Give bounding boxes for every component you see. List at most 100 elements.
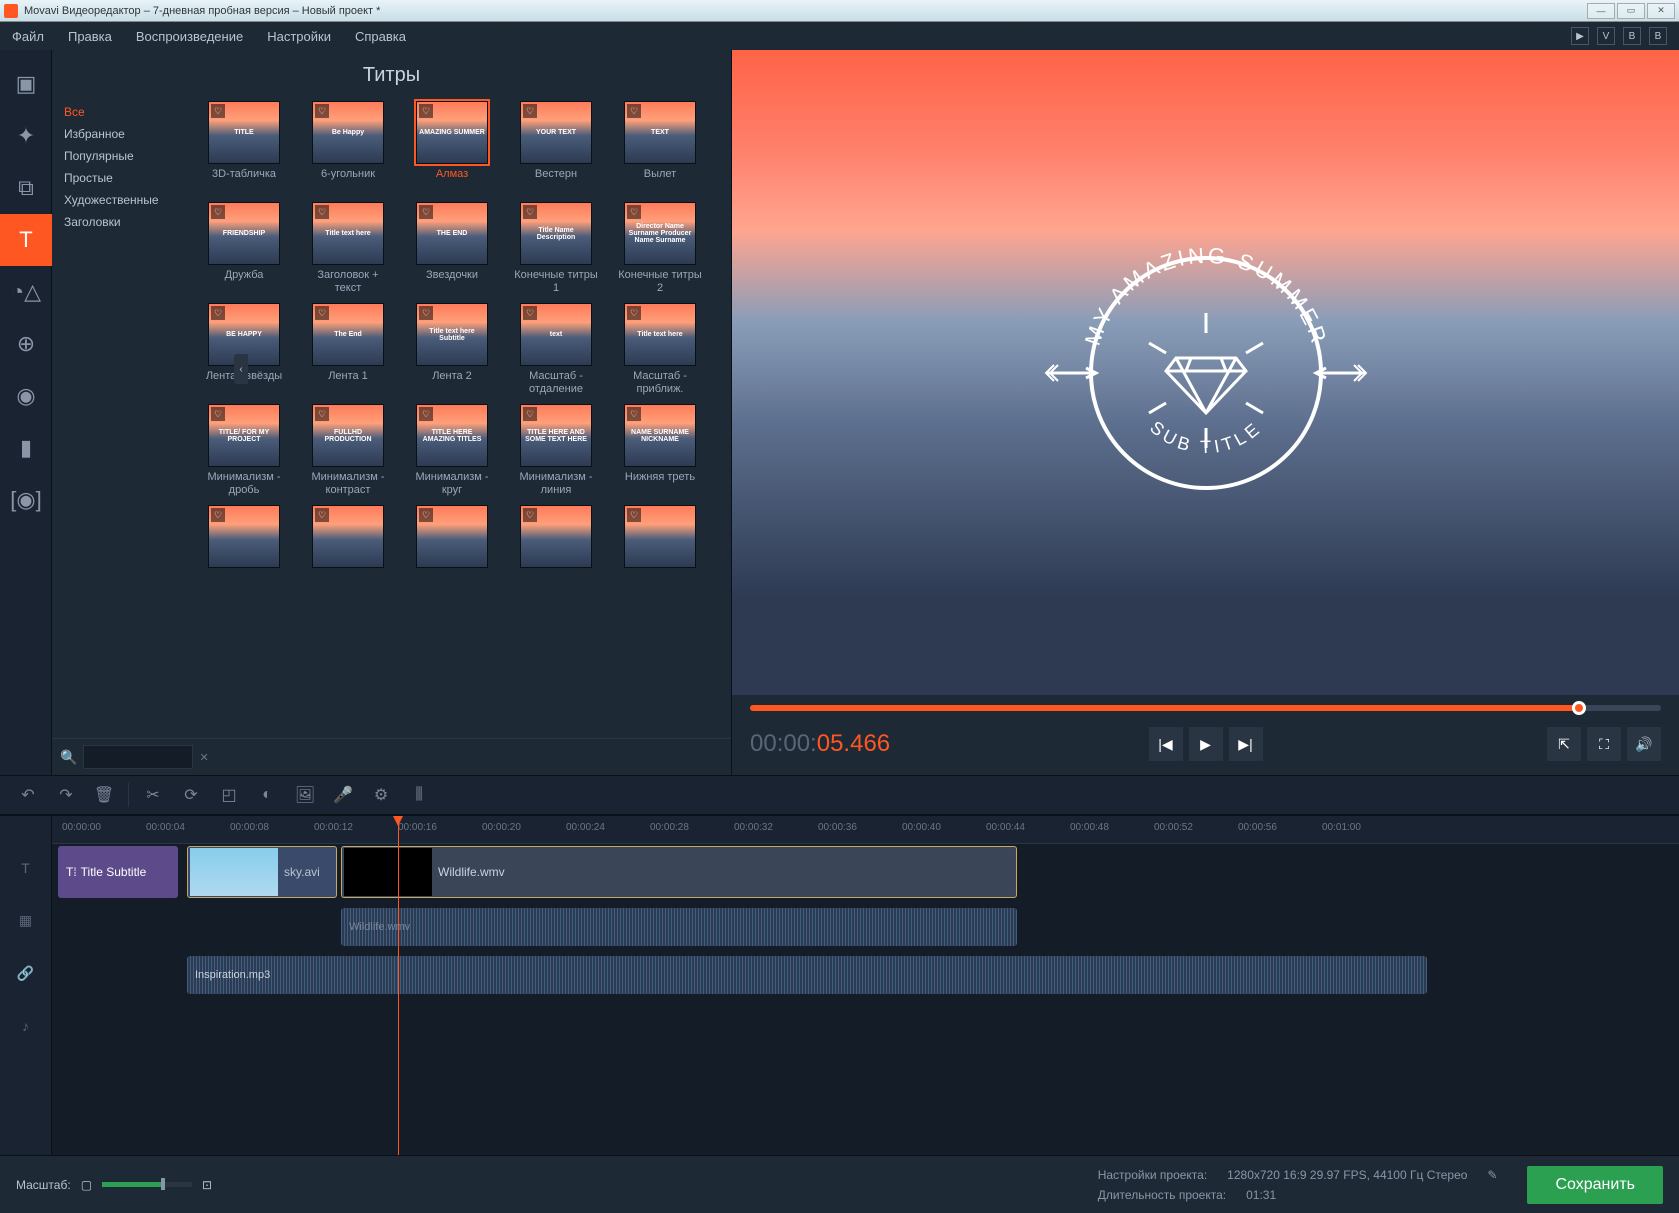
track-icon-link[interactable]: 🔗 [17, 965, 34, 982]
rotate-button[interactable]: ⟳ [173, 780, 209, 810]
category-all[interactable]: Все [64, 101, 192, 123]
delete-button[interactable]: 🗑 [86, 780, 122, 810]
thumbnail-label: Нижняя треть [625, 471, 695, 497]
video-clip-sky[interactable]: sky.avi [187, 846, 337, 898]
title-thumbnail[interactable]: ♡FULLHD PRODUCTIONМинимализм - контраст [304, 404, 392, 497]
left-toolbar: ▣ ✦ ⧉ T ◔△ ⊕ ◉ ▮ [◉] [0, 50, 52, 775]
track-icon-audio[interactable]: ♪ [22, 1018, 29, 1034]
category-artistic[interactable]: Художественные [64, 189, 192, 211]
maximize-button[interactable]: ▭ [1617, 3, 1645, 19]
menu-playback[interactable]: Воспроизведение [136, 29, 243, 44]
title-thumbnail[interactable]: ♡textМасштаб - отдаление [512, 303, 600, 396]
tool-media[interactable]: ▣ [0, 58, 52, 110]
duration-label: Длительность проекта: [1098, 1188, 1226, 1202]
tool-highlight[interactable]: ◉ [0, 370, 52, 422]
menu-file[interactable]: Файл [12, 29, 44, 44]
thumbnail-label: Алмаз [436, 168, 468, 194]
clip-properties-button[interactable]: ⚙ [363, 780, 399, 810]
title-thumbnail[interactable]: ♡YOUR TEXTВестерн [512, 101, 600, 194]
title-clip[interactable]: T⁞Title Subtitle [58, 846, 178, 898]
tool-stickers[interactable]: ◔△ [0, 266, 52, 318]
menu-help[interactable]: Справка [355, 29, 406, 44]
zoom-slider[interactable] [102, 1182, 192, 1187]
zoom-fit-icon[interactable]: ⊡ [202, 1178, 212, 1192]
menu-settings[interactable]: Настройки [267, 29, 331, 44]
linked-audio-clip[interactable]: Wildlife.wmv [341, 908, 1017, 946]
share-youtube-icon[interactable]: ▶ [1571, 27, 1589, 45]
tool-record[interactable]: [◉] [0, 474, 52, 526]
title-thumbnail[interactable]: ♡TEXTВылет [616, 101, 704, 194]
mic-button[interactable]: 🎤 [325, 780, 361, 810]
title-thumbnail[interactable]: ♡TITLE HERE AND SOME TEXT HEREМинимализм… [512, 404, 600, 497]
timeline-ruler[interactable]: 00:00:0000:00:0400:00:0800:00:1200:00:16… [52, 816, 1679, 844]
detach-preview-button[interactable]: ⇱ [1547, 727, 1581, 761]
tool-titles[interactable]: T [0, 214, 52, 266]
title-thumbnail[interactable]: ♡FRIENDSHIPДружба [200, 202, 288, 295]
collapse-handle[interactable]: ‹ [234, 354, 248, 384]
tool-transitions[interactable]: ⧉ [0, 162, 52, 214]
color-button[interactable]: ◐ [249, 780, 285, 810]
fullscreen-button[interactable]: ⛶ [1587, 727, 1621, 761]
redo-button[interactable]: ↷ [48, 780, 84, 810]
video-clip-wildlife[interactable]: Wildlife.wmv [341, 846, 1017, 898]
tool-zoom[interactable]: ⊕ [0, 318, 52, 370]
undo-button[interactable]: ↶ [10, 780, 46, 810]
music-clip[interactable]: Inspiration.mp3 [187, 956, 1427, 994]
category-headers[interactable]: Заголовки [64, 211, 192, 233]
search-input[interactable] [83, 745, 193, 769]
next-frame-button[interactable]: ▶| [1229, 727, 1263, 761]
menubar: Файл Правка Воспроизведение Настройки Сп… [0, 22, 1679, 50]
share-vk-icon[interactable]: B [1649, 27, 1667, 45]
title-thumbnail[interactable]: ♡Be Happy6-угольник [304, 101, 392, 194]
edit-settings-icon[interactable]: ✎ [1487, 1168, 1497, 1182]
category-simple[interactable]: Простые [64, 167, 192, 189]
title-thumbnail[interactable]: ♡TITLE HERE AMAZING TITLESМинимализм - к… [408, 404, 496, 497]
title-thumbnail[interactable]: ♡Title text hereМасштаб - приближ. [616, 303, 704, 396]
share-vimeo-icon[interactable]: V [1597, 27, 1615, 45]
thumbnail-label: Конечные титры 2 [616, 269, 704, 295]
track-icon-title[interactable]: T [21, 860, 30, 876]
preview-scrubber[interactable] [750, 705, 1661, 711]
tool-filters[interactable]: ✦ [0, 110, 52, 162]
track-icon-video[interactable]: ▦ [19, 912, 32, 929]
play-button[interactable]: ▶ [1189, 727, 1223, 761]
title-thumbnail[interactable]: ♡TITLE3D-табличка [200, 101, 288, 194]
title-thumbnail[interactable]: ♡NAME SURNAME NICKNAMEНижняя треть [616, 404, 704, 497]
search-icon: 🔍 [60, 749, 77, 766]
title-thumbnail[interactable]: ♡ [512, 505, 600, 598]
title-thumbnail[interactable]: ♡ [304, 505, 392, 598]
title-thumbnail[interactable]: ♡Title Name DescriptionКонечные титры 1 [512, 202, 600, 295]
minimize-button[interactable]: — [1587, 3, 1615, 19]
title-thumbnail[interactable]: ♡TITLE/ FOR MY PROJECTМинимализм - дробь [200, 404, 288, 497]
picture-button[interactable]: 🖼 [287, 780, 323, 810]
title-thumbnail[interactable]: ♡AMAZING SUMMERАлмаз [408, 101, 496, 194]
close-button[interactable]: ✕ [1647, 3, 1675, 19]
save-button[interactable]: Сохранить [1527, 1166, 1663, 1204]
title-thumbnail[interactable]: ♡ [200, 505, 288, 598]
equalizer-button[interactable]: ⫼ [401, 780, 437, 810]
category-favorites[interactable]: Избранное [64, 123, 192, 145]
category-list: Все Избранное Популярные Простые Художес… [52, 97, 192, 738]
playhead[interactable] [398, 816, 399, 1155]
title-thumbnail[interactable]: ♡Title text here SubtitleЛента 2 [408, 303, 496, 396]
thumbnail-label: 6-угольник [321, 168, 375, 194]
thumbnail-label: Масштаб - приближ. [616, 370, 704, 396]
cut-button[interactable]: ✂ [135, 780, 171, 810]
category-popular[interactable]: Популярные [64, 145, 192, 167]
title-thumbnail[interactable]: ♡Title text hereЗаголовок + текст [304, 202, 392, 295]
tool-chroma[interactable]: ▮ [0, 422, 52, 474]
thumbnail-label: Лента 2 [432, 370, 472, 396]
crop-button[interactable]: ◰ [211, 780, 247, 810]
title-thumbnail[interactable]: ♡The EndЛента 1 [304, 303, 392, 396]
title-thumbnail[interactable]: ♡THE ENDЗвездочки [408, 202, 496, 295]
title-thumbnail[interactable]: ♡Director Name Surname Producer Name Sur… [616, 202, 704, 295]
prev-frame-button[interactable]: |◀ [1149, 727, 1183, 761]
preview-canvas: MY AMAZING SUMMER SUB TITLE [732, 50, 1679, 695]
menu-edit[interactable]: Правка [68, 29, 112, 44]
share-blog-icon[interactable]: B [1623, 27, 1641, 45]
clear-search-icon[interactable]: ✕ [199, 751, 208, 764]
volume-button[interactable]: 🔊 [1627, 727, 1661, 761]
title-thumbnail[interactable]: ♡ [616, 505, 704, 598]
zoom-out-icon[interactable]: ▢ [81, 1178, 92, 1192]
title-thumbnail[interactable]: ♡ [408, 505, 496, 598]
